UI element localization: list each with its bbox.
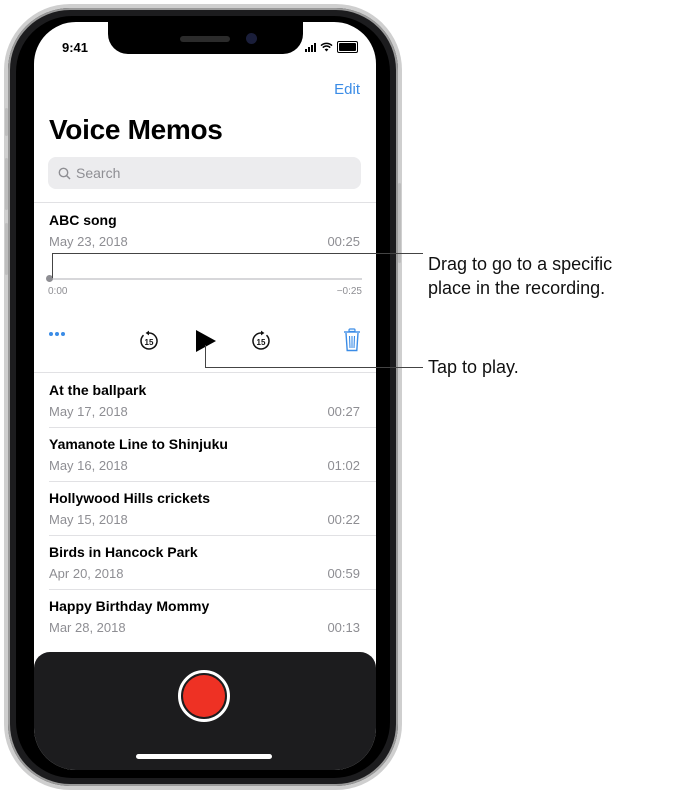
battery-icon bbox=[337, 41, 358, 53]
notch bbox=[108, 22, 303, 54]
side-button bbox=[398, 183, 401, 263]
status-time: 9:41 bbox=[62, 40, 89, 55]
front-camera bbox=[246, 33, 257, 44]
search-field[interactable]: Search bbox=[48, 157, 361, 189]
scrub-callout-line bbox=[52, 253, 423, 254]
divider bbox=[49, 535, 376, 536]
scrub-callout-line1: Drag to go to a specific bbox=[428, 254, 613, 274]
memo-title: At the ballpark bbox=[49, 382, 147, 398]
screen: 9:41 Edit Voice Memos Search ABC song Ma… bbox=[34, 22, 376, 770]
memo-title: Birds in Hancock Park bbox=[49, 544, 198, 560]
memo-date: May 17, 2018 bbox=[49, 404, 128, 419]
trash-icon[interactable] bbox=[343, 328, 361, 352]
memo-date: May 16, 2018 bbox=[49, 458, 128, 473]
cellular-signal-icon bbox=[305, 42, 316, 52]
memo-duration: 00:59 bbox=[327, 566, 360, 581]
mute-switch bbox=[5, 108, 8, 136]
divider bbox=[34, 372, 376, 373]
page-title: Voice Memos bbox=[49, 114, 223, 145]
scrub-callout-line bbox=[52, 253, 53, 278]
scrub-callout-text: Drag to go to a specific place in the re… bbox=[428, 252, 612, 300]
memo-date: Mar 28, 2018 bbox=[49, 620, 126, 635]
skip-back-15-icon[interactable]: 15 bbox=[138, 330, 160, 352]
memo-duration: 01:02 bbox=[327, 458, 360, 473]
record-button-fill bbox=[183, 675, 225, 717]
play-callout-line bbox=[205, 345, 206, 367]
memo-date: May 23, 2018 bbox=[49, 234, 128, 249]
play-callout-text: Tap to play. bbox=[428, 357, 519, 377]
record-icon[interactable] bbox=[178, 670, 230, 722]
memo-duration: 00:27 bbox=[327, 404, 360, 419]
edit-button[interactable]: Edit bbox=[334, 81, 360, 98]
volume-down-button bbox=[5, 223, 8, 275]
home-indicator[interactable] bbox=[136, 754, 272, 759]
skip-back-label: 15 bbox=[145, 338, 154, 347]
playback-scrubber[interactable] bbox=[48, 278, 362, 280]
ellipsis-icon[interactable] bbox=[49, 332, 65, 336]
wifi-icon bbox=[320, 42, 333, 52]
status-icons bbox=[305, 41, 358, 53]
memo-duration: 00:22 bbox=[327, 512, 360, 527]
divider bbox=[49, 427, 376, 428]
play-callout-line bbox=[205, 367, 423, 368]
earpiece-speaker bbox=[180, 36, 230, 42]
search-placeholder: Search bbox=[76, 165, 121, 181]
memo-date: Apr 20, 2018 bbox=[49, 566, 124, 581]
memo-title: ABC song bbox=[49, 212, 117, 228]
divider bbox=[34, 202, 376, 203]
record-bar bbox=[34, 652, 376, 770]
search-icon bbox=[58, 167, 71, 180]
skip-forward-15-icon[interactable]: 15 bbox=[250, 330, 272, 352]
memo-title: Happy Birthday Mommy bbox=[49, 598, 210, 614]
memo-title: Yamanote Line to Shinjuku bbox=[49, 436, 228, 452]
memo-date: May 15, 2018 bbox=[49, 512, 128, 527]
memo-duration: 00:13 bbox=[327, 620, 360, 635]
memo-title: Hollywood Hills crickets bbox=[49, 490, 211, 506]
scrub-callout-line2: place in the recording. bbox=[428, 278, 606, 298]
volume-up-button bbox=[5, 158, 8, 210]
memo-duration: 00:25 bbox=[327, 234, 360, 249]
divider bbox=[49, 589, 376, 590]
remaining-time: −0:25 bbox=[336, 286, 362, 297]
elapsed-time: 0:00 bbox=[48, 286, 68, 297]
play-icon[interactable] bbox=[195, 329, 217, 353]
skip-forward-label: 15 bbox=[257, 338, 266, 347]
divider bbox=[49, 481, 376, 482]
